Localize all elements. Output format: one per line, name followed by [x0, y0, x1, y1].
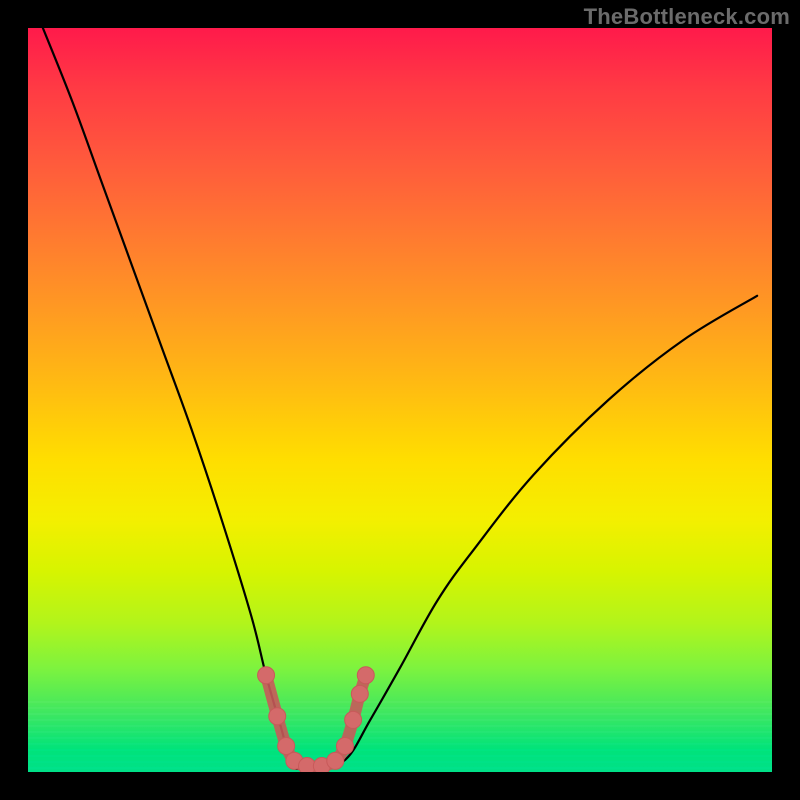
curve-line	[43, 28, 757, 769]
bottom-banding	[28, 697, 772, 772]
plot-area	[28, 28, 772, 772]
watermark-text: TheBottleneck.com	[584, 4, 790, 30]
curve-svg	[28, 28, 772, 772]
bottom-accent-dots	[258, 667, 375, 772]
chart-frame: TheBottleneck.com	[0, 0, 800, 800]
